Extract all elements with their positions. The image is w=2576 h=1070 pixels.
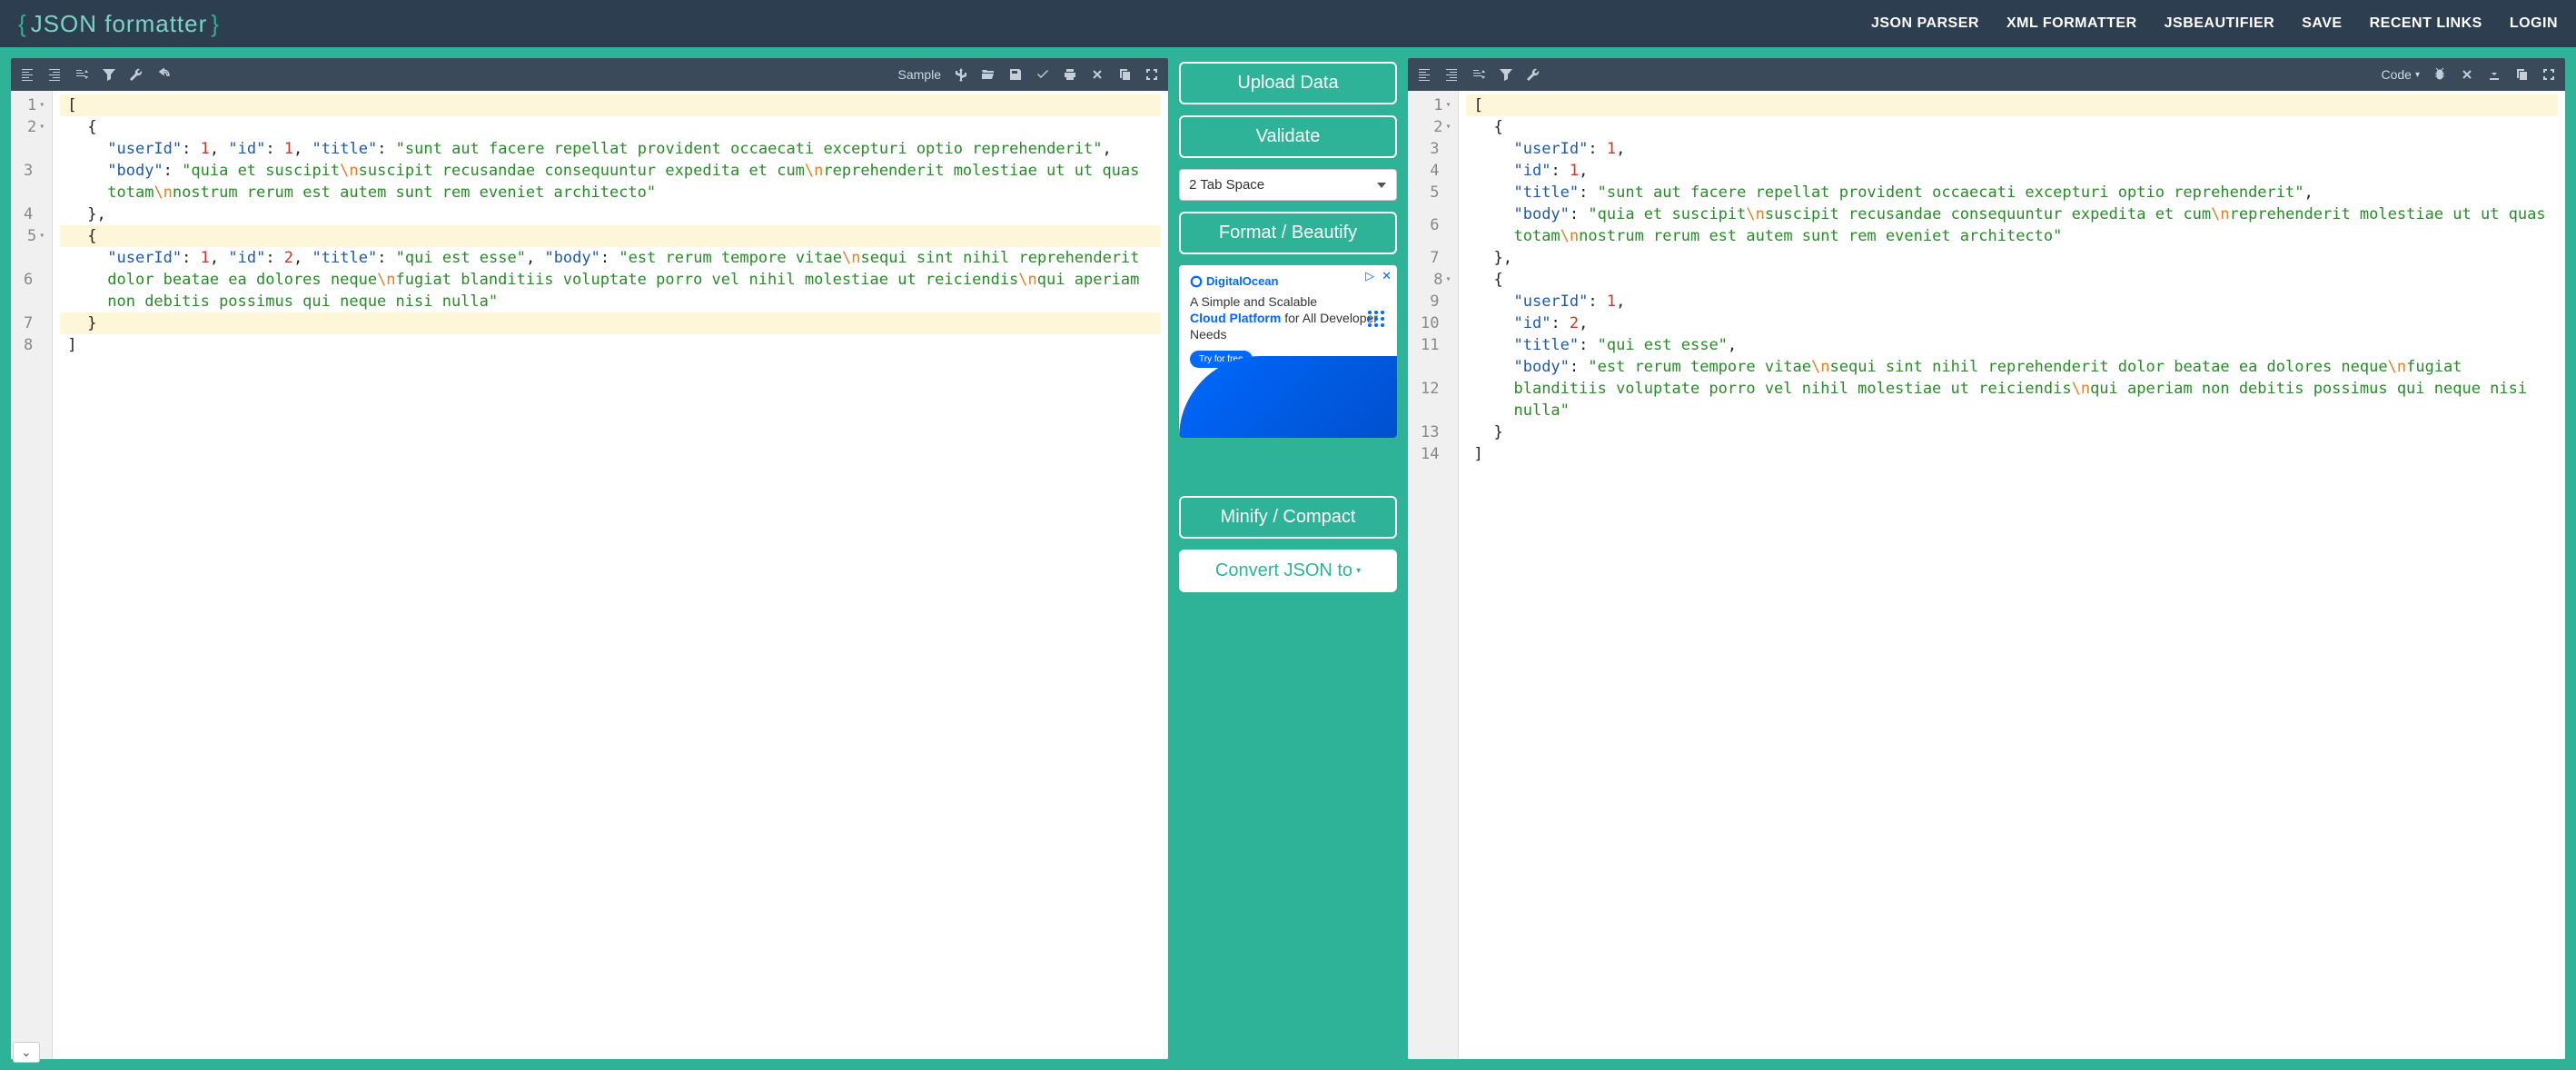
validate-button[interactable]: Validate [1179,115,1397,158]
ad-decoration-dots [1368,311,1384,327]
ad-banner[interactable]: ▷ ✕ DigitalOcean A Simple and Scalable C… [1179,265,1397,438]
usb-icon[interactable] [954,67,968,82]
code-line[interactable]: { [1466,269,2558,291]
caret-down-icon: ▾ [2415,70,2420,80]
logo[interactable]: JSON formatter [18,10,220,38]
caret-down-icon: ▾ [1356,566,1361,576]
fullscreen-icon[interactable] [2541,67,2556,82]
main-content: Sample 1▾2▾345▾678[{"userId": 1, "id": 1… [0,47,2576,1070]
folder-open-icon[interactable] [981,67,996,82]
fold-icon[interactable]: ▾ [39,94,45,116]
ad-brand: DigitalOcean [1190,274,1386,288]
nav-xml-formatter[interactable]: XML FORMATTER [2006,15,2137,32]
fold-icon[interactable]: ▾ [39,116,45,138]
sample-dropdown[interactable]: Sample [898,67,941,82]
code-line[interactable]: "id": 1, [1466,160,2558,182]
fold-icon[interactable]: ▾ [1445,116,1451,138]
sort-icon[interactable] [74,67,89,82]
indent-left-icon[interactable] [20,67,35,82]
indent-right-icon[interactable] [1444,67,1459,82]
format-beautify-button[interactable]: Format / Beautify [1179,212,1397,254]
clear-icon[interactable] [1090,67,1105,82]
print-icon[interactable] [1063,67,1077,82]
check-icon[interactable] [1035,67,1050,82]
nav-json-parser[interactable]: JSON PARSER [1871,15,1979,32]
code-line[interactable]: } [1466,421,2558,443]
code-line[interactable]: ] [1466,443,2558,465]
fold-icon[interactable]: ▾ [39,225,45,247]
right-toolbar: Code ▾ [1408,58,2565,91]
left-editor[interactable]: 1▾2▾345▾678[{"userId": 1, "id": 1, "titl… [11,91,1168,1059]
indent-right-icon[interactable] [47,67,62,82]
code-line[interactable]: "id": 2, [1466,312,2558,334]
right-pane: Code ▾ 1▾2▾345678▾91011121314[{"userId":… [1408,58,2565,1059]
save-icon[interactable] [1008,67,1023,82]
top-nav: JSON PARSER XML FORMATTER JSBEAUTIFIER S… [1871,15,2558,32]
code-line[interactable]: "userId": 1, "id": 1, "title": "sunt aut… [60,138,1161,203]
left-toolbar: Sample [11,58,1168,91]
wrench-icon[interactable] [129,67,144,82]
header: JSON formatter JSON PARSER XML FORMATTER… [0,0,2576,47]
code-line[interactable]: { [1466,116,2558,138]
chevron-down-icon: ⌄ [21,1045,32,1059]
copy-icon[interactable] [1117,67,1132,82]
code-line[interactable]: } [60,312,1161,334]
undo-icon[interactable] [156,67,171,82]
ad-text: A Simple and Scalable Cloud Platform for… [1190,293,1386,343]
fold-icon[interactable]: ▾ [1445,269,1451,291]
clear-icon[interactable] [2460,67,2474,82]
nav-login[interactable]: LOGIN [2510,15,2558,32]
code-line[interactable]: [ [1466,94,2558,116]
code-line[interactable]: ] [60,334,1161,356]
convert-json-dropdown[interactable]: Convert JSON to▾ [1179,550,1397,592]
center-controls: Upload Data Validate 2 Tab Space Format … [1179,58,1397,1059]
wrench-icon[interactable] [1526,67,1541,82]
indent-left-icon[interactable] [1417,67,1432,82]
tab-space-select-wrap: 2 Tab Space [1179,169,1397,201]
code-line[interactable]: "userId": 1, "id": 2, "title": "qui est … [60,247,1161,312]
download-icon[interactable] [2487,67,2502,82]
code-line[interactable]: }, [60,203,1161,225]
code-line[interactable]: [ [60,94,1161,116]
code-line[interactable]: "body": "quia et suscipit\nsuscipit recu… [1466,203,2558,247]
left-pane: Sample 1▾2▾345▾678[{"userId": 1, "id": 1… [11,58,1168,1059]
code-line[interactable]: { [60,225,1161,247]
digitalocean-icon [1190,275,1203,288]
ad-controls: ▷ ✕ [1365,269,1392,283]
ad-close-icon[interactable]: ✕ [1382,269,1392,283]
upload-data-button[interactable]: Upload Data [1179,62,1397,104]
filter-icon[interactable] [102,67,116,82]
copy-icon[interactable] [2514,67,2529,82]
ad-info-icon[interactable]: ▷ [1365,269,1374,283]
code-dropdown[interactable]: Code ▾ [2382,67,2421,82]
code-line[interactable]: "body": "est rerum tempore vitae\nsequi … [1466,356,2558,421]
minify-compact-button[interactable]: Minify / Compact [1179,496,1397,539]
expand-chevron[interactable]: ⌄ [13,1042,40,1063]
sort-icon[interactable] [1471,67,1486,82]
code-line[interactable]: "title": "sunt aut facere repellat provi… [1466,182,2558,203]
code-line[interactable]: "title": "qui est esse", [1466,334,2558,356]
code-line[interactable]: { [60,116,1161,138]
filter-icon[interactable] [1499,67,1513,82]
nav-recent-links[interactable]: RECENT LINKS [2370,15,2482,32]
right-editor[interactable]: 1▾2▾345678▾91011121314[{"userId": 1,"id"… [1408,91,2565,1059]
bug-icon[interactable] [2432,67,2447,82]
code-line[interactable]: "userId": 1, [1466,291,2558,312]
nav-save[interactable]: SAVE [2302,15,2342,32]
nav-jsbeautifier[interactable]: JSBEAUTIFIER [2165,15,2275,32]
fold-icon[interactable]: ▾ [1445,94,1451,116]
code-line[interactable]: "userId": 1, [1466,138,2558,160]
fullscreen-icon[interactable] [1144,67,1159,82]
tab-space-select[interactable]: 2 Tab Space [1179,169,1397,201]
code-line[interactable]: }, [1466,247,2558,269]
